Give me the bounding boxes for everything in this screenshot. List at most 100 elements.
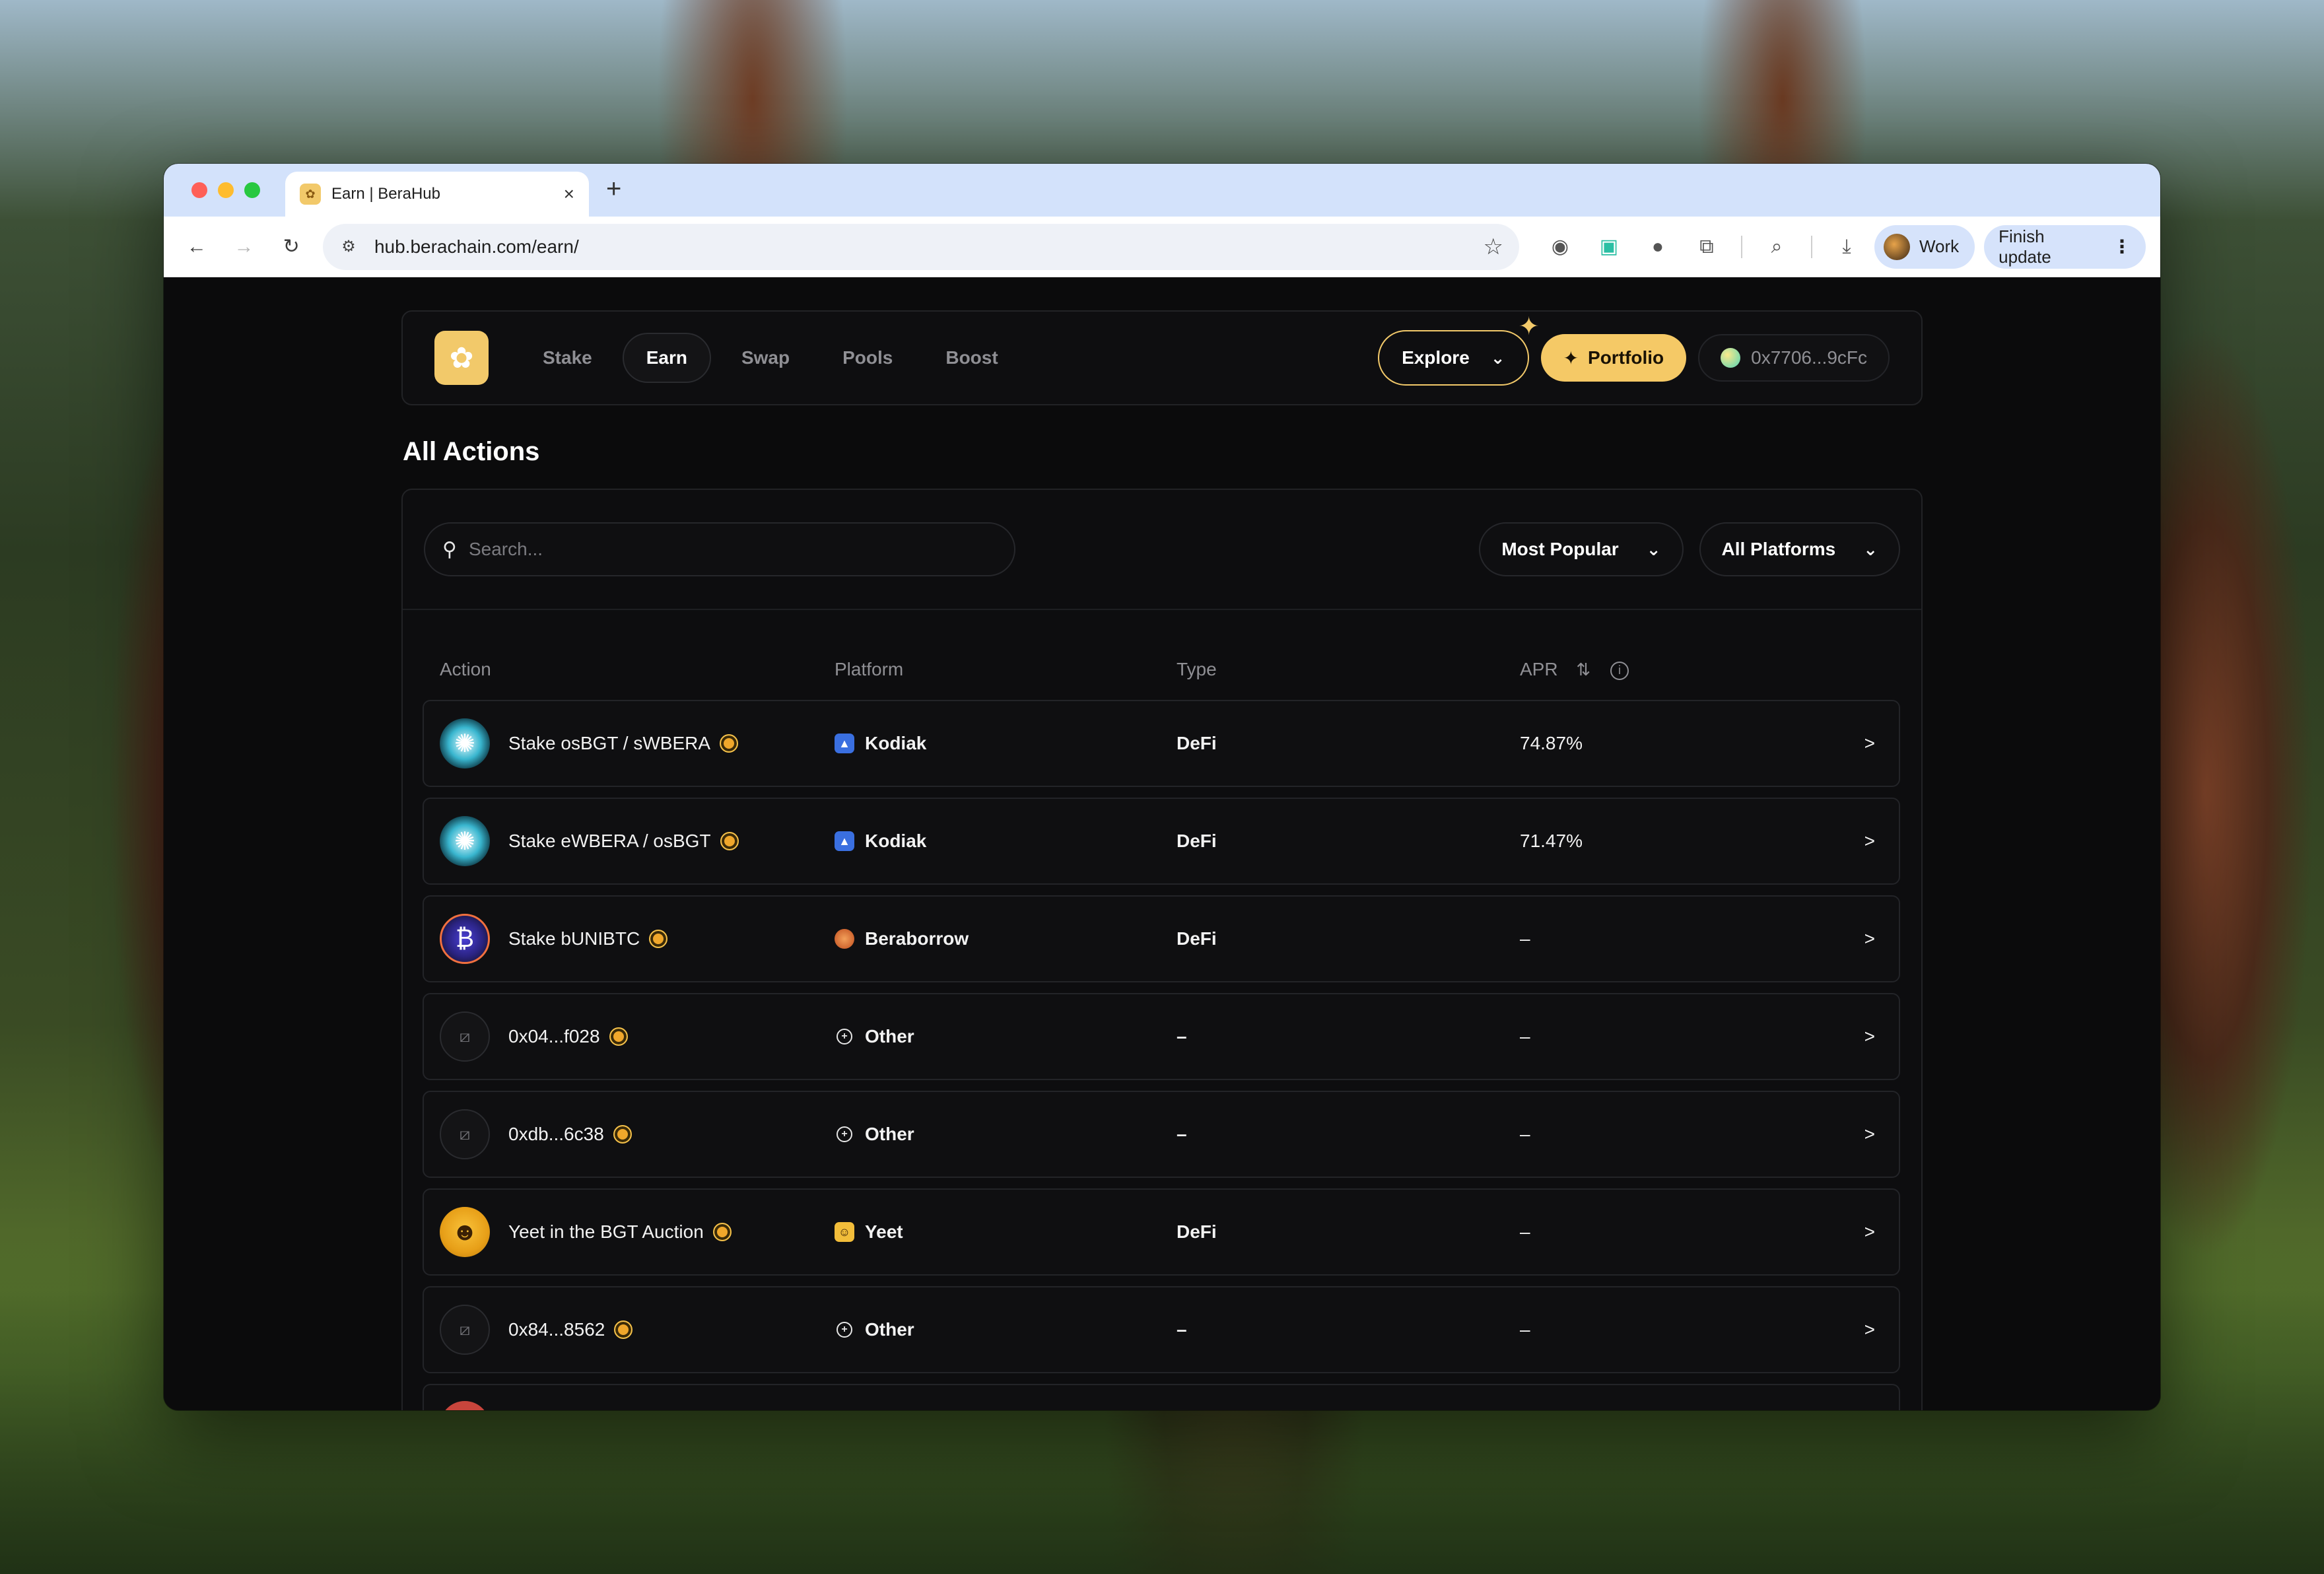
window-controls <box>191 182 260 198</box>
back-button[interactable]: ← <box>178 228 215 265</box>
table-row[interactable]: ⧄ 0x04...f028 + Other – – > <box>423 993 1900 1080</box>
column-header-apr[interactable]: APR ⇅ i <box>1520 659 1629 680</box>
row-chevron-icon[interactable]: > <box>1864 1026 1875 1047</box>
kodiak-icon: ▲ <box>835 831 854 851</box>
extension-teal-icon[interactable]: ▣ <box>1594 232 1623 261</box>
tab-search-icon[interactable]: ⌕ <box>1762 232 1791 261</box>
type-cell: DeFi <box>1177 1221 1217 1242</box>
action-name: Stake eWBERA / osBGT <box>508 831 711 851</box>
other-icon: + <box>837 1029 852 1044</box>
contract-icon: ⧄ <box>440 1109 490 1159</box>
nav-link-boost[interactable]: Boost <box>923 334 1020 382</box>
nav-link-earn[interactable]: Earn <box>622 333 711 383</box>
download-icon[interactable]: ⤓ <box>1832 232 1861 261</box>
info-icon[interactable]: i <box>1610 661 1629 680</box>
row-chevron-icon[interactable]: > <box>1864 1221 1875 1243</box>
bookmark-star-icon[interactable]: ☆ <box>1483 234 1503 260</box>
contract-icon: ⧄ <box>440 1011 490 1062</box>
row-chevron-icon[interactable]: > <box>1864 928 1875 949</box>
yeet-icon: ☺ <box>835 1222 854 1242</box>
address-bar[interactable]: ⚙ hub.berachain.com/earn/ ☆ <box>322 223 1519 270</box>
row-chevron-icon[interactable]: > <box>1864 1319 1875 1340</box>
more-menu-icon[interactable]: ⋮ <box>2113 236 2131 257</box>
row-chevron-icon[interactable]: > <box>1864 831 1875 852</box>
bgt-coin-icon <box>720 734 739 753</box>
apr-cell: – <box>1520 1221 1530 1242</box>
action-name: Yeet in the BGT Auction <box>508 1221 704 1242</box>
action-cell: ✺ Stake eWBERA / osBGT <box>440 816 739 866</box>
table-header: Action Platform Type APR ⇅ i <box>440 659 1900 685</box>
type-cell: – <box>1177 1026 1187 1046</box>
table-row[interactable]: ₿ Stake bUNIBTC Beraborrow DeFi – > <box>423 895 1900 982</box>
new-tab-button[interactable]: + <box>606 176 621 202</box>
apr-header-label: APR <box>1520 659 1558 679</box>
type-cell: – <box>1177 1124 1187 1144</box>
actions-panel: ⚲ Most Popular ⌄ All Platforms ⌄ Action … <box>401 489 1923 1410</box>
row-chevron-icon[interactable]: > <box>1864 733 1875 754</box>
platform-name: Beraborrow <box>865 928 969 949</box>
extension-shield-icon[interactable]: ◉ <box>1546 232 1575 261</box>
action-name: 0xdb...6c38 <box>508 1124 604 1144</box>
profile-button[interactable]: Work <box>1874 224 1975 269</box>
table-row[interactable]: ☻ Yeet in the BGT Auction ☺ Yeet DeFi – … <box>423 1188 1900 1276</box>
table-row[interactable]: ⧄ 0xdb...6c38 + Other – – > <box>423 1091 1900 1178</box>
action-name: Stake bUNIBTC <box>508 928 640 949</box>
bgt-coin-icon <box>614 1320 633 1339</box>
column-header-type: Type <box>1177 659 1217 679</box>
browser-tab[interactable]: ✿ Earn | BeraHub × <box>285 172 589 217</box>
wallet-address: 0x7706...9cFc <box>1751 347 1867 368</box>
toolbar-divider <box>1810 235 1812 258</box>
wallet-button[interactable]: 0x7706...9cFc <box>1698 334 1890 382</box>
explore-label: Explore <box>1402 347 1470 368</box>
table-row[interactable]: ✺ Stake osBGT / sWBERA ▲ Kodiak DeFi 74.… <box>423 700 1900 787</box>
search-input[interactable] <box>468 539 997 560</box>
finish-update-button[interactable]: Finish update ⋮ <box>1984 224 2146 269</box>
action-name: 0x04...f028 <box>508 1026 600 1046</box>
site-settings-icon[interactable]: ⚙ <box>339 237 359 257</box>
app-navbar: ✿ Stake Earn Swap Pools Boost Explore ⌄ … <box>401 310 1923 405</box>
bgt-coin-icon <box>649 930 668 948</box>
explore-button[interactable]: Explore ⌄ ✦ <box>1378 313 1540 386</box>
table-row[interactable]: ✺ Stake eWBERA / osBGT ▲ Kodiak DeFi 71.… <box>423 798 1900 885</box>
nav-link-stake[interactable]: Stake <box>520 334 615 382</box>
table-row[interactable]: ⧄ 0x84...8562 + Other – – > <box>423 1286 1900 1373</box>
portfolio-button[interactable]: ✦ Portfolio <box>1540 334 1687 382</box>
reload-button[interactable]: ↻ <box>273 228 310 265</box>
platform-name: Yeet <box>865 1221 903 1242</box>
search-field[interactable]: ⚲ <box>424 522 1015 576</box>
maximize-window-button[interactable] <box>244 182 260 198</box>
bgt-coin-icon <box>712 1223 732 1241</box>
type-cell: – <box>1177 1319 1187 1340</box>
minimize-window-button[interactable] <box>218 182 234 198</box>
sort-label: Most Popular <box>1501 539 1619 559</box>
forward-button[interactable]: → <box>226 228 263 265</box>
apr-cell: – <box>1520 928 1530 949</box>
row-chevron-icon[interactable]: > <box>1864 1124 1875 1145</box>
platform-cell: Beraborrow <box>835 928 969 949</box>
close-window-button[interactable] <box>191 182 207 198</box>
avatar <box>1883 233 1910 260</box>
type-cell: DeFi <box>1177 831 1217 851</box>
platform-cell: + Other <box>835 1026 914 1047</box>
nav-link-swap[interactable]: Swap <box>719 334 812 382</box>
wallet-avatar-icon <box>1721 348 1741 368</box>
berahub-logo-icon[interactable]: ✿ <box>434 331 489 385</box>
nav-link-pools[interactable]: Pools <box>820 334 915 382</box>
platform-dropdown[interactable]: All Platforms ⌄ <box>1699 522 1900 576</box>
extension-grey-icon[interactable]: ● <box>1643 232 1672 261</box>
extensions-puzzle-icon[interactable]: ⧉ <box>1692 232 1721 261</box>
beraborrow-icon <box>835 929 854 949</box>
column-header-platform: Platform <box>835 659 904 679</box>
browser-toolbar: ← → ↻ ⚙ hub.berachain.com/earn/ ☆ ◉ ▣ ● … <box>164 217 2160 277</box>
close-tab-icon[interactable]: × <box>564 184 574 205</box>
chevron-down-icon: ⌄ <box>1863 539 1878 559</box>
apr-cell: – <box>1520 1124 1530 1144</box>
sort-dropdown[interactable]: Most Popular ⌄ <box>1479 522 1684 576</box>
platform-name: Kodiak <box>865 733 927 753</box>
sort-arrows-icon[interactable]: ⇅ <box>1576 660 1590 679</box>
url-text[interactable]: hub.berachain.com/earn/ <box>374 236 1484 257</box>
platform-name: Kodiak <box>865 831 927 851</box>
yeet-icon: ☻ <box>440 1207 490 1257</box>
actions-table: ✺ Stake osBGT / sWBERA ▲ Kodiak DeFi 74.… <box>423 700 1900 1410</box>
table-row[interactable] <box>423 1384 1900 1410</box>
